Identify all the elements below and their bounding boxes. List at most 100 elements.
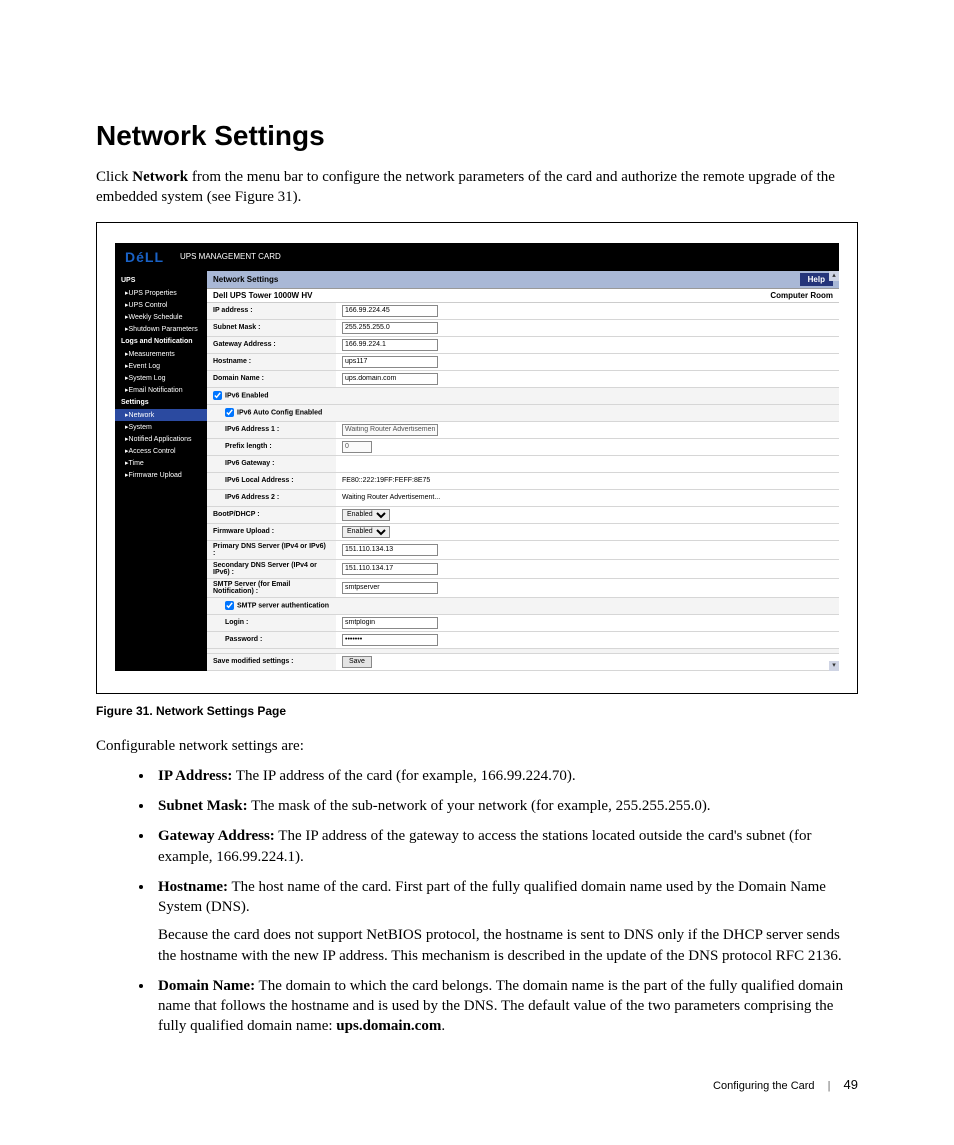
password-input[interactable] [342,634,438,646]
def-text: The host name of the card. First part of… [158,879,826,915]
list-item: Gateway Address: The IP address of the g… [154,826,858,867]
smtp-auth-checkbox[interactable] [225,601,234,610]
def-term: Hostname: [158,879,228,895]
ipv6-addr1-input [342,424,438,436]
sidebar-item-system[interactable]: System [115,421,207,433]
ipv6-autoconf-checkbox[interactable] [225,408,234,417]
label-hostname: Hostname : [207,353,336,370]
subnet-input[interactable] [342,322,438,334]
def-text: The mask of the sub-network of your netw… [248,798,711,814]
figure-caption: Figure 31. Network Settings Page [96,704,858,718]
list-item: Domain Name: The domain to which the car… [154,976,858,1037]
intro-post: from the menu bar to configure the netwo… [96,169,835,205]
card-title: UPS MANAGEMENT CARD [180,252,281,261]
sidebar-item-firmware-upload[interactable]: Firmware Upload [115,469,207,481]
sidebar-section-logs: Logs and Notification [115,335,207,348]
definition-list: IP Address: The IP address of the card (… [96,766,858,1037]
label-ipv6-enabled: IPv6 Enabled [225,392,269,399]
bootp-select[interactable]: Enabled [342,509,390,521]
sidebar: UPS UPS Properties UPS Control Weekly Sc… [115,271,207,671]
sidebar-item-shutdown-params[interactable]: Shutdown Parameters [115,323,207,335]
def-text: The IP address of the card (for example,… [232,768,575,784]
hostname-input[interactable] [342,356,438,368]
sidebar-item-measurements[interactable]: Measurements [115,348,207,360]
sidebar-item-ups-properties[interactable]: UPS Properties [115,287,207,299]
page-footer: Configuring the Card | 49 [96,1077,858,1092]
label-smtp-auth: SMTP server authentication [237,602,329,609]
dns2-input[interactable] [342,563,438,575]
help-link[interactable]: Help [800,273,833,286]
label-subnet: Subnet Mask : [207,319,336,336]
scroll-down-icon[interactable]: ▾ [829,661,839,671]
sidebar-section-settings: Settings [115,396,207,409]
row-smtp-auth: SMTP server authentication [207,597,839,614]
page-title: Network Settings [96,120,858,152]
def-text: The domain to which the card belongs. Th… [158,978,843,1035]
label-prefix: Prefix length : [207,438,336,455]
intro-pre: Click [96,169,132,185]
label-ipv6-autoconf: IPv6 Auto Config Enabled [237,409,322,416]
sidebar-item-email-notification[interactable]: Email Notification [115,384,207,396]
sidebar-item-network[interactable]: Network [115,409,207,421]
def-para: Because the card does not support NetBIO… [158,925,858,966]
dns1-input[interactable] [342,544,438,556]
label-password: Password : [207,631,336,648]
sidebar-item-event-log[interactable]: Event Log [115,360,207,372]
device-name: Dell UPS Tower 1000W HV [213,291,312,300]
ups-card: DéLL UPS MANAGEMENT CARD UPS UPS Propert… [115,243,839,671]
panel-title: Network Settings [213,275,278,284]
sidebar-item-notified-apps[interactable]: Notified Applications [115,433,207,445]
login-input[interactable] [342,617,438,629]
settings-table: IP address : Subnet Mask : Gateway Addre… [207,303,839,671]
label-dns1: Primary DNS Server (IPv4 or IPv6) : [207,540,336,559]
ipv6-local-value: FE80::222:19FF:FEFF:8E75 [342,477,430,484]
ipv6-enabled-checkbox[interactable] [213,391,222,400]
row-ipv6-autoconf: IPv6 Auto Config Enabled [207,404,839,421]
footer-section: Configuring the Card [713,1080,815,1092]
label-ipv6-addr1: IPv6 Address 1 : [207,421,336,438]
def-term: Subnet Mask: [158,798,248,814]
main-panel: ▴ ▾ Network Settings Help Dell UPS Tower… [207,271,839,671]
sidebar-item-ups-control[interactable]: UPS Control [115,299,207,311]
sidebar-item-access-control[interactable]: Access Control [115,445,207,457]
sidebar-item-system-log[interactable]: System Log [115,372,207,384]
config-lead: Configurable network settings are: [96,736,858,756]
label-domain: Domain Name : [207,370,336,387]
footer-page-number: 49 [844,1077,858,1092]
list-item: IP Address: The IP address of the card (… [154,766,858,786]
label-dns2: Secondary DNS Server (IPv4 or IPv6) : [207,559,336,578]
label-save: Save modified settings : [207,653,336,670]
list-item: Hostname: The host name of the card. Fir… [154,877,858,966]
smtp-input[interactable] [342,582,438,594]
sidebar-item-weekly-schedule[interactable]: Weekly Schedule [115,311,207,323]
label-bootp: BootP/DHCP : [207,506,336,523]
def-term: Domain Name: [158,978,255,994]
scroll-up-icon[interactable]: ▴ [829,271,839,281]
def-term: IP Address: [158,768,232,784]
dell-logo: DéLL [125,249,164,265]
def-term: Gateway Address: [158,828,275,844]
sidebar-item-time[interactable]: Time [115,457,207,469]
save-button[interactable]: Save [342,656,372,668]
label-gateway: Gateway Address : [207,336,336,353]
gateway-input[interactable] [342,339,438,351]
def-tail: . [441,1018,445,1034]
ip-input[interactable] [342,305,438,317]
domain-input[interactable] [342,373,438,385]
sidebar-section-ups: UPS [115,274,207,287]
label-ipv6-addr2: IPv6 Address 2 : [207,489,336,506]
label-smtp: SMTP Server (for Email Notification) : [207,578,336,597]
intro-paragraph: Click Network from the menu bar to confi… [96,167,858,208]
def-tail-bold: ups.domain.com [336,1018,441,1034]
prefix-input [342,441,372,453]
ipv6-addr2-value: Waiting Router Advertisement... [342,494,440,501]
row-ipv6-enabled: IPv6 Enabled [207,387,839,404]
label-fw: Firmware Upload : [207,523,336,540]
label-ipv6-local: IPv6 Local Address : [207,472,336,489]
device-location: Computer Room [770,291,833,300]
figure-31: DéLL UPS MANAGEMENT CARD UPS UPS Propert… [96,222,858,694]
label-ip: IP address : [207,303,336,320]
label-login: Login : [207,614,336,631]
intro-bold: Network [132,169,188,185]
fw-select[interactable]: Enabled [342,526,390,538]
